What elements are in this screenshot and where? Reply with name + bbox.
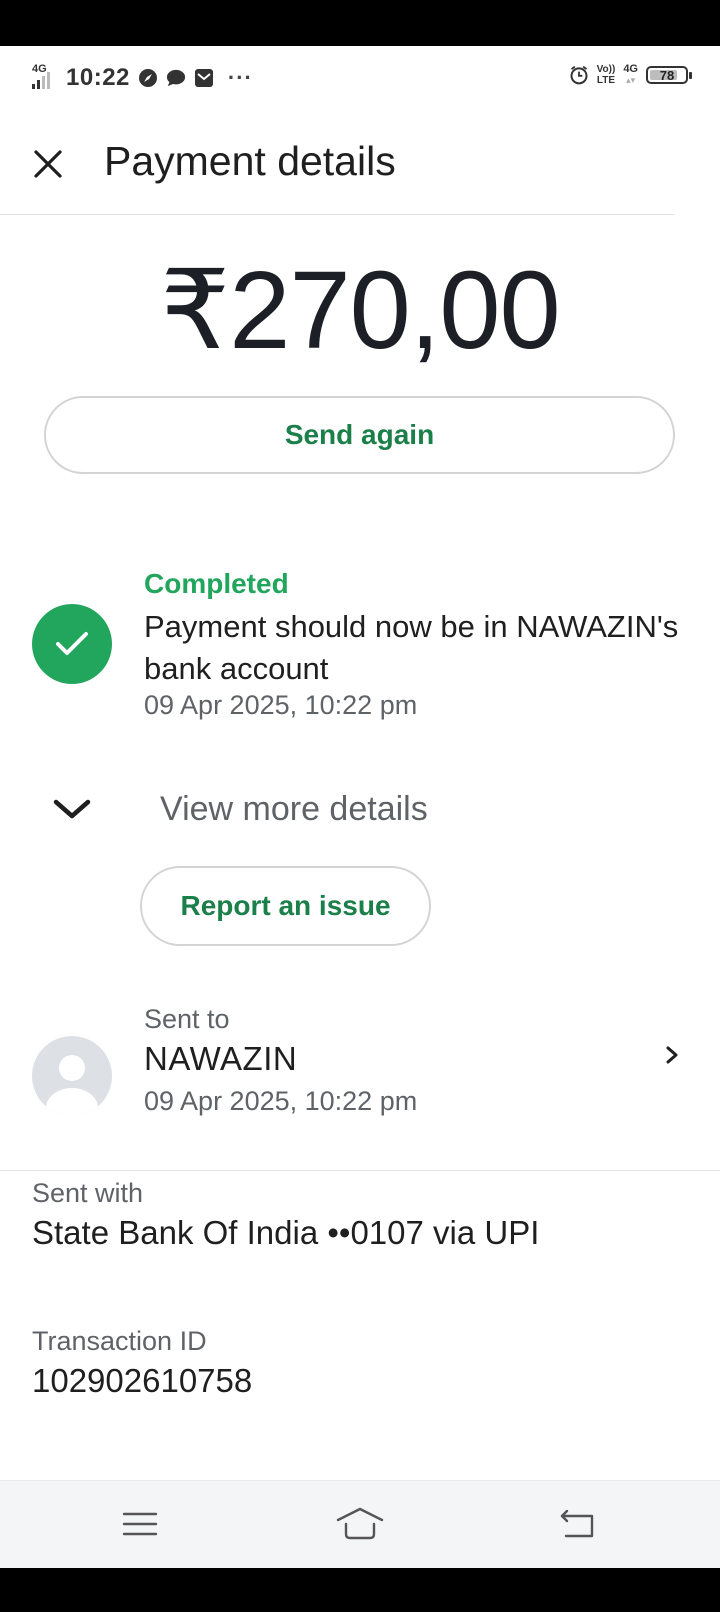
- menu-icon: [122, 1512, 158, 1536]
- close-button[interactable]: [24, 140, 72, 188]
- compass-icon: [138, 68, 158, 88]
- transaction-id-value: 102902610758: [32, 1362, 253, 1399]
- chevron-down-icon: [53, 799, 91, 819]
- section-divider: [0, 1170, 720, 1171]
- network-4g-indicator: 4G ▴▾: [623, 63, 638, 86]
- sent-with-label: Sent with: [32, 1178, 144, 1208]
- recent-apps-button[interactable]: [110, 1499, 170, 1549]
- battery-icon: 78: [646, 66, 692, 84]
- bottom-bezel: [0, 1568, 720, 1612]
- alarm-icon: [569, 65, 589, 85]
- top-bezel: [0, 0, 720, 46]
- back-button[interactable]: [548, 1499, 608, 1549]
- status-bar-left: 4G 10:22 ···: [30, 63, 253, 92]
- recipient-timestamp: 09 Apr 2025, 10:22 pm: [144, 1086, 418, 1116]
- sent-to-label: Sent to: [144, 1004, 230, 1034]
- battery-level: 78: [659, 67, 675, 83]
- view-more-details-label: View more details: [160, 790, 428, 828]
- status-message: Payment should now be in NAWAZIN's bank …: [144, 609, 679, 686]
- sent-with-value: State Bank Of India ••0107 via UPI: [32, 1214, 540, 1251]
- volte-indicator: Vo)) LTE: [597, 64, 616, 86]
- status-label: Completed: [144, 568, 289, 599]
- more-notifications-icon: ···: [227, 65, 253, 90]
- status-timestamp: 09 Apr 2025, 10:22 pm: [144, 690, 418, 720]
- page-title: Payment details: [104, 138, 396, 184]
- close-icon: [34, 150, 62, 178]
- system-navigation-bar: [0, 1480, 720, 1568]
- report-issue-button[interactable]: Report an issue: [140, 866, 431, 946]
- success-check-icon: [32, 604, 112, 684]
- header-divider: [0, 214, 674, 215]
- person-icon: [46, 1055, 98, 1116]
- chat-bubble-icon: [166, 68, 186, 88]
- transaction-id-label: Transaction ID: [32, 1326, 207, 1356]
- app-header: Payment details: [0, 110, 720, 216]
- phone-screen: 4G 10:22 ··· Vo)) LTE 4G ▴▾ 78 Payment d…: [0, 0, 720, 1612]
- network-4g-text: 4G: [623, 63, 638, 75]
- recipient-name: NAWAZIN: [144, 1040, 298, 1077]
- volte-top-text: Vo)): [596, 64, 616, 75]
- status-bar: 4G 10:22 ··· Vo)) LTE 4G ▴▾ 78: [0, 46, 720, 110]
- signal-strength-icon: 4G: [30, 63, 58, 91]
- payment-amount: ₹270,00: [160, 249, 560, 372]
- chevron-right-icon: [666, 1046, 678, 1064]
- avatar: [32, 1036, 112, 1116]
- home-button[interactable]: [330, 1499, 390, 1549]
- send-again-button[interactable]: Send again: [44, 396, 675, 474]
- recipient-row[interactable]: Sent to NAWAZIN 09 Apr 2025, 10:22 pm: [0, 996, 720, 1176]
- home-icon: [336, 1507, 384, 1540]
- mail-icon: [194, 68, 214, 88]
- view-more-details-toggle[interactable]: View more details: [0, 776, 720, 846]
- volte-bottom-text: LTE: [596, 75, 616, 86]
- status-bar-right: Vo)) LTE 4G ▴▾ 78: [569, 63, 692, 86]
- back-icon: [560, 1509, 594, 1538]
- app-content: 4G 10:22 ··· Vo)) LTE 4G ▴▾ 78 Payment d…: [0, 46, 720, 1568]
- clock: 10:22: [66, 64, 130, 91]
